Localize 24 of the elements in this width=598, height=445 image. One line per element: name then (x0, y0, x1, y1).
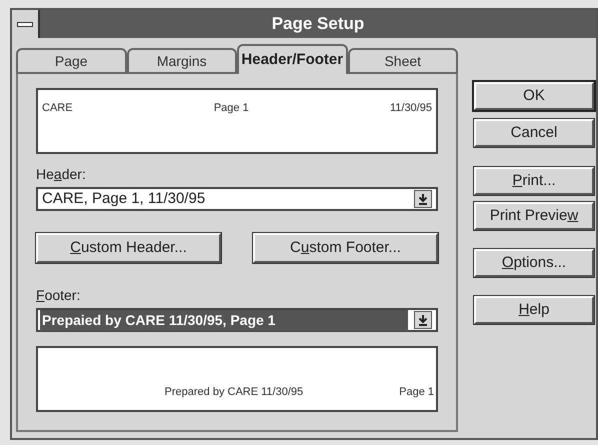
footer-dropdown[interactable]: Prepaied by CARE 11/30/95, Page 1 (36, 308, 438, 332)
dialog-button[interactable]: Help (474, 296, 594, 324)
header-right-text: 11/30/95 (390, 101, 432, 116)
dialog-button[interactable]: Options... (474, 249, 594, 277)
header-label: Header: (36, 165, 87, 184)
tab[interactable]: Header/Footer (237, 44, 348, 74)
tab[interactable]: Sheet (348, 48, 458, 74)
header-center-text: Page 1 (214, 101, 249, 116)
footer-center-text: Prepared by CARE 11/30/95 (164, 384, 304, 400)
header-left-text: CARE (42, 101, 73, 116)
window-title: Page Setup (272, 13, 364, 36)
footer-right-text: Page 1 (399, 384, 434, 400)
dialog-button[interactable]: OK (474, 82, 594, 110)
dialog-button[interactable]: Cancel (474, 119, 594, 147)
system-menu-icon (17, 22, 33, 26)
custom-button[interactable]: Custom Header... (36, 233, 221, 263)
tab[interactable]: Page (16, 48, 126, 74)
footer-label: Footer: (36, 286, 82, 305)
header-dropdown[interactable]: CARE, Page 1, 11/30/95 (36, 187, 438, 211)
system-menu-button[interactable] (12, 10, 40, 38)
tab[interactable]: Margins (126, 48, 237, 74)
dialog-button[interactable]: Print Preview (474, 202, 594, 230)
custom-button[interactable]: Custom Footer... (253, 233, 438, 263)
dialog-button[interactable]: Print... (474, 167, 594, 195)
